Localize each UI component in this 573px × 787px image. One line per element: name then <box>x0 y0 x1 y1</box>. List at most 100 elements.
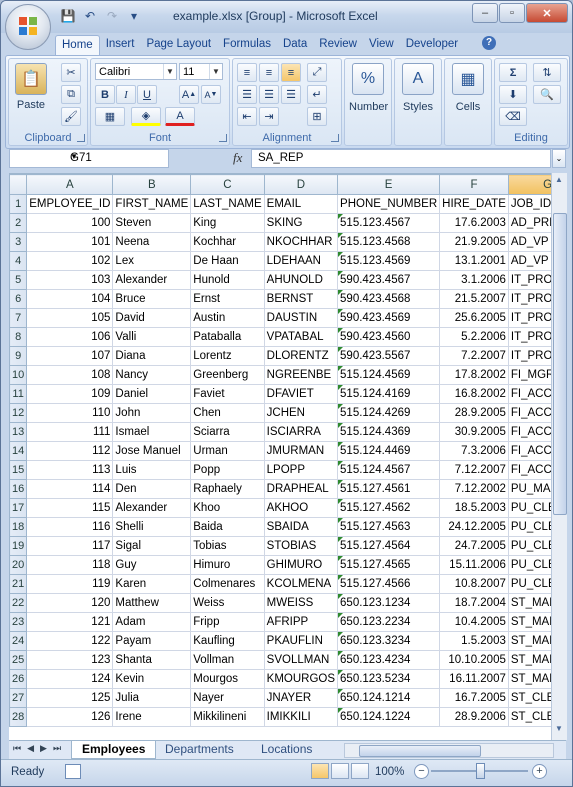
cell[interactable]: 17.8.2002 <box>439 365 509 385</box>
row-header[interactable]: 8 <box>9 327 28 347</box>
cell[interactable]: GHIMURO <box>263 555 339 575</box>
cell[interactable]: Julia <box>112 688 192 708</box>
cell[interactable]: Daniel <box>112 384 192 404</box>
cell[interactable]: PKAUFLIN <box>263 631 339 651</box>
tab-insert[interactable]: Insert <box>100 35 141 55</box>
cell[interactable]: 24.7.2005 <box>439 536 509 556</box>
cell[interactable]: Mourgos <box>190 669 265 689</box>
cell[interactable]: Steven <box>112 213 192 233</box>
italic-button[interactable]: I <box>116 85 136 104</box>
scroll-down-icon[interactable]: ▼ <box>553 724 565 738</box>
cell[interactable]: 21.9.2005 <box>439 232 509 252</box>
cell[interactable]: Bruce <box>112 289 192 309</box>
cell[interactable]: 104 <box>26 289 114 309</box>
cell[interactable]: King <box>190 213 265 233</box>
font-size-select[interactable]: 11 ▼ <box>179 63 223 80</box>
help-icon[interactable]: ? <box>482 36 496 50</box>
cell[interactable]: ST_MAN <box>507 650 551 670</box>
cell[interactable]: 123 <box>26 650 114 670</box>
cell[interactable]: Den <box>112 479 192 499</box>
cell[interactable]: 515.124.4169 <box>337 384 441 404</box>
row-header[interactable]: 27 <box>9 688 28 708</box>
cell-table[interactable]: ABCDEFGH1EMPLOYEE_IDFIRST_NAMELAST_NAMEE… <box>9 174 551 727</box>
cell[interactable]: 1.5.2003 <box>439 631 509 651</box>
cell[interactable]: 515.123.4568 <box>337 232 441 252</box>
cell[interactable]: Pataballa <box>190 327 265 347</box>
tab-view[interactable]: View <box>363 35 400 55</box>
cell[interactable]: 590.423.4560 <box>337 327 441 347</box>
cell[interactable]: 122 <box>26 631 114 651</box>
cells-button[interactable]: ▦ Cells <box>449 63 487 113</box>
cell[interactable]: 28.9.2006 <box>439 707 509 727</box>
styles-button[interactable]: A Styles <box>399 63 437 113</box>
cell[interactable]: Shanta <box>112 650 192 670</box>
cell[interactable]: 515.124.4569 <box>337 365 441 385</box>
cell[interactable]: 110 <box>26 403 114 423</box>
cell[interactable]: SKING <box>263 213 339 233</box>
cell[interactable]: JOB_ID <box>507 194 551 214</box>
cell[interactable]: 106 <box>26 327 114 347</box>
cell[interactable]: EMPLOYEE_ID <box>26 194 114 214</box>
cell[interactable]: MWEISS <box>263 593 339 613</box>
zoom-out-icon[interactable]: − <box>414 764 429 779</box>
align-bottom-icon[interactable]: ≡ <box>281 63 301 82</box>
cell[interactable]: PU_CLERK <box>507 517 551 537</box>
sheet-tab-departments[interactable]: Departments <box>155 741 244 758</box>
cell[interactable]: 125 <box>26 688 114 708</box>
row-header[interactable]: 25 <box>9 650 28 670</box>
cell[interactable]: 17.6.2003 <box>439 213 509 233</box>
find-select-icon[interactable]: 🔍 <box>533 85 561 104</box>
cell[interactable]: 115 <box>26 498 114 518</box>
cell[interactable]: Lex <box>112 251 192 271</box>
decrease-font-icon[interactable]: A ▼ <box>201 85 221 104</box>
cell[interactable]: DRAPHEAL <box>263 479 339 499</box>
cell[interactable]: PU_CLERK <box>507 555 551 575</box>
row-header[interactable]: 12 <box>9 403 28 423</box>
expand-formula-icon[interactable]: ⌄ <box>552 149 566 168</box>
cell[interactable]: Lorentz <box>190 346 265 366</box>
select-all-corner[interactable] <box>9 174 28 195</box>
cell[interactable]: JMURMAN <box>263 441 339 461</box>
cell[interactable]: Khoo <box>190 498 265 518</box>
cell[interactable]: LAST_NAME <box>190 194 265 214</box>
cell[interactable]: PU_MAN <box>507 479 551 499</box>
column-header-f[interactable]: F <box>439 174 509 195</box>
tab-review[interactable]: Review <box>313 35 363 55</box>
row-header[interactable]: 17 <box>9 498 28 518</box>
cell[interactable]: 101 <box>26 232 114 252</box>
cell[interactable]: 7.3.2006 <box>439 441 509 461</box>
align-middle-icon[interactable]: ≡ <box>259 63 279 82</box>
cell[interactable]: 16.7.2005 <box>439 688 509 708</box>
cell[interactable]: Mikkilineni <box>190 707 265 727</box>
cell[interactable]: 18.5.2003 <box>439 498 509 518</box>
row-header[interactable]: 2 <box>9 213 28 233</box>
font-color-icon[interactable]: A <box>165 107 195 126</box>
cell[interactable]: 590.423.4569 <box>337 308 441 328</box>
page-layout-view-icon[interactable] <box>331 763 349 779</box>
cell[interactable]: AD_VP <box>507 232 551 252</box>
cell[interactable]: FI_ACCOUNT <box>507 384 551 404</box>
last-sheet-icon[interactable]: ⏭ <box>53 743 61 754</box>
cell[interactable]: Shelli <box>112 517 192 537</box>
increase-indent-icon[interactable]: ⇥ <box>259 107 279 126</box>
cell[interactable]: Himuro <box>190 555 265 575</box>
cell[interactable]: 650.124.1224 <box>337 707 441 727</box>
cell[interactable]: 18.7.2004 <box>439 593 509 613</box>
cell[interactable]: Hunold <box>190 270 265 290</box>
row-header[interactable]: 6 <box>9 289 28 309</box>
cell[interactable]: 108 <box>26 365 114 385</box>
cell[interactable]: IT_PROG <box>507 270 551 290</box>
cell[interactable]: Faviet <box>190 384 265 404</box>
row-header[interactable]: 16 <box>9 479 28 499</box>
cell[interactable]: ST_CLERK <box>507 688 551 708</box>
cell[interactable]: LDEHAAN <box>263 251 339 271</box>
column-header-g[interactable]: G <box>507 174 551 195</box>
cell[interactable]: Kevin <box>112 669 192 689</box>
wrap-text-icon[interactable]: ↵ <box>307 85 327 104</box>
cell[interactable]: 7.2.2007 <box>439 346 509 366</box>
zoom-level[interactable]: 100% <box>375 766 404 778</box>
cell[interactable]: 103 <box>26 270 114 290</box>
merge-center-icon[interactable]: ⊞ <box>307 107 327 126</box>
cell[interactable]: 21.5.2007 <box>439 289 509 309</box>
cell[interactable]: Luis <box>112 460 192 480</box>
